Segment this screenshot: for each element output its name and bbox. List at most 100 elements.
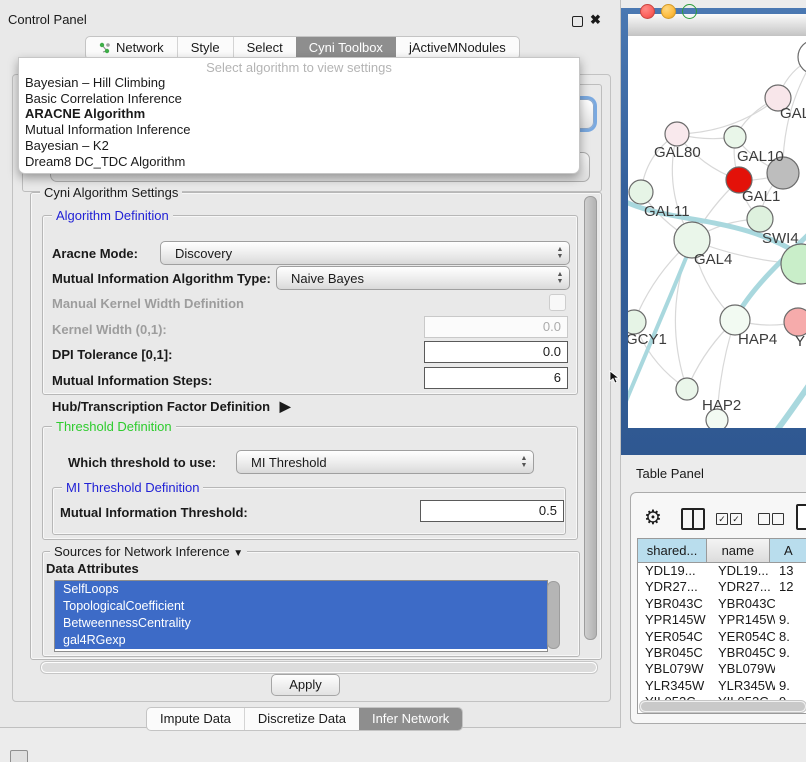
network-node-y[interactable] <box>784 308 806 336</box>
table-row[interactable]: YER054CYER054C8. <box>638 629 806 645</box>
checked-checkbox-icon-2[interactable]: ✓ <box>730 513 742 525</box>
tab-cyni-toolbox[interactable]: Cyni Toolbox <box>296 37 396 59</box>
table-cell: 8. <box>775 629 806 645</box>
network-tab-icon <box>99 42 111 54</box>
table-row[interactable]: YBR043CYBR043C <box>638 596 806 612</box>
document-icon[interactable] <box>796 504 806 530</box>
tab-impute-data[interactable]: Impute Data <box>147 708 244 730</box>
tab-network[interactable]: Network <box>86 37 177 59</box>
algorithm-option[interactable]: Basic Correlation Inference <box>19 91 579 107</box>
tab-jactivemnodules[interactable]: jActiveMNodules <box>396 37 519 59</box>
checked-checkbox-icon-1[interactable]: ✓ <box>716 513 728 525</box>
node-table[interactable]: shared...nameA YDL19...YDL19...13YDR27..… <box>637 538 806 714</box>
table-row[interactable]: YDL19...YDL19...13 <box>638 563 806 579</box>
dropdown-prompt: Select algorithm to view settings <box>19 58 579 75</box>
unchecked-checkbox-icon-1[interactable] <box>758 513 770 525</box>
collapsed-panel-icon[interactable] <box>10 750 28 762</box>
network-node[interactable] <box>798 40 806 74</box>
algorithm-option[interactable]: Bayesian – K2 <box>19 138 579 154</box>
attribute-list-item[interactable]: gal4RGexp <box>55 632 547 649</box>
tab-select[interactable]: Select <box>233 37 296 59</box>
table-row[interactable]: YDR27...YDR27...12 <box>638 579 806 595</box>
gear-icon[interactable]: ⚙ <box>644 505 662 530</box>
table-row[interactable]: YLR345WYLR345W9. <box>638 678 806 694</box>
sources-title[interactable]: Sources for Network Inference ▼ <box>50 544 247 559</box>
attribute-list-item[interactable]: BetweennessCentrality <box>55 615 547 632</box>
attribute-list-item[interactable]: SelfLoops <box>55 581 547 598</box>
network-graph: GALGAL80GAL10GAL1GAL11SWI4GAL4GCY1HAP4YH… <box>628 36 806 428</box>
dpi-tolerance-label: DPI Tolerance [0,1]: <box>52 347 172 362</box>
mi-threshold-label: Mutual Information Threshold: <box>60 505 248 520</box>
mi-steps-label: Mutual Information Steps: <box>52 373 212 388</box>
network-node-gal11[interactable] <box>629 180 653 204</box>
network-node[interactable] <box>781 244 806 284</box>
aracne-mode-select[interactable]: Discovery ▲▼ <box>160 241 570 265</box>
table-row[interactable]: YPR145WYPR145W9. <box>638 612 806 628</box>
table-cell: 12 <box>775 579 806 595</box>
node-label: GAL4 <box>694 251 732 268</box>
node-label: HAP2 <box>702 397 741 414</box>
control-panel-title: Control Panel <box>8 12 87 27</box>
algorithm-option[interactable]: Bayesian – Hill Climbing <box>19 75 579 91</box>
network-canvas[interactable]: GALGAL80GAL10GAL1GAL11SWI4GAL4GCY1HAP4YH… <box>628 36 806 428</box>
collapse-down-icon: ▼ <box>233 548 243 559</box>
algorithm-dropdown-list: Select algorithm to view settings Bayesi… <box>18 57 580 174</box>
column-header[interactable]: A <box>770 539 806 563</box>
table-cell: YBR043C <box>638 596 710 612</box>
which-threshold-select[interactable]: MI Threshold ▲▼ <box>236 450 534 474</box>
tab-discretize-data[interactable]: Discretize Data <box>244 708 359 730</box>
network-node-swi4[interactable] <box>747 206 773 232</box>
network-node-gal10[interactable] <box>724 126 746 148</box>
table-horizontal-scrollbar[interactable] <box>639 700 806 713</box>
table-cell: YBR045C <box>710 645 775 661</box>
table-cell: 9. <box>775 678 806 694</box>
kernel-width-field[interactable]: 0.0 <box>424 316 568 338</box>
apply-button[interactable]: Apply <box>271 674 340 696</box>
network-thick-edge[interactable] <box>774 378 806 428</box>
cyni-bottom-tabbar: Impute DataDiscretize DataInfer Network <box>146 707 463 731</box>
node-label: GAL1 <box>742 188 780 205</box>
mi-threshold-field[interactable]: 0.5 <box>420 500 564 522</box>
expand-right-icon: ▶ <box>274 398 291 414</box>
column-header[interactable]: name <box>707 539 769 563</box>
attributes-list-scrollbar[interactable] <box>547 581 560 649</box>
float-window-icon[interactable] <box>572 15 583 30</box>
network-node-gal80[interactable] <box>665 122 689 146</box>
mi-steps-field[interactable]: 6 <box>424 367 568 389</box>
hub-definition-toggle[interactable]: Hub/Transcription Factor Definition ▶ <box>52 398 291 415</box>
node-label: GAL11 <box>644 203 690 220</box>
zoom-traffic-light-icon[interactable] <box>682 4 697 19</box>
algorithm-option[interactable]: Dream8 DC_TDC Algorithm <box>19 154 579 170</box>
tab-style[interactable]: Style <box>177 37 233 59</box>
attribute-list-item[interactable]: TopologicalCoefficient <box>55 598 547 615</box>
network-node-hap2[interactable] <box>676 378 698 400</box>
table-cell: YER054C <box>710 629 775 645</box>
minimize-traffic-light-icon[interactable] <box>661 4 676 19</box>
dpi-tolerance-field[interactable]: 0.0 <box>424 341 568 363</box>
table-row[interactable]: YBR045CYBR045C9. <box>638 645 806 661</box>
tab-infer-network[interactable]: Infer Network <box>359 708 462 730</box>
node-label: Y <box>795 333 805 350</box>
data-attributes-list[interactable]: SelfLoopsTopologicalCoefficientBetweenne… <box>54 580 548 652</box>
cyni-settings-title: Cyni Algorithm Settings <box>40 185 182 200</box>
close-panel-icon[interactable]: ✖ <box>589 13 602 26</box>
algorithm-option[interactable]: ARACNE Algorithm <box>19 106 579 122</box>
settings-horizontal-scrollbar[interactable] <box>40 661 598 674</box>
table-cell: YPR145W <box>638 612 710 628</box>
mi-threshold-title: MI Threshold Definition <box>62 480 203 495</box>
split-columns-icon[interactable] <box>681 508 705 530</box>
manual-kernel-width-checkbox[interactable] <box>549 294 566 311</box>
mi-algorithm-type-select[interactable]: Naive Bayes ▲▼ <box>276 266 570 290</box>
algorithm-option[interactable]: Mutual Information Inference <box>19 122 579 138</box>
table-row[interactable]: YBL079WYBL079W <box>638 661 806 677</box>
table-cell: YLR345W <box>710 678 775 694</box>
settings-vertical-scrollbar[interactable] <box>584 196 597 640</box>
table-panel-title: Table Panel <box>636 466 704 481</box>
table-cell: YDL19... <box>638 563 710 579</box>
column-header[interactable]: shared... <box>638 539 707 563</box>
close-traffic-light-icon[interactable] <box>640 4 655 19</box>
kernel-width-label: Kernel Width (0,1): <box>52 322 167 337</box>
combo-arrows-icon: ▲▼ <box>551 246 569 260</box>
mi-algorithm-type-label: Mutual Information Algorithm Type: <box>52 271 271 286</box>
unchecked-checkbox-icon-2[interactable] <box>772 513 784 525</box>
